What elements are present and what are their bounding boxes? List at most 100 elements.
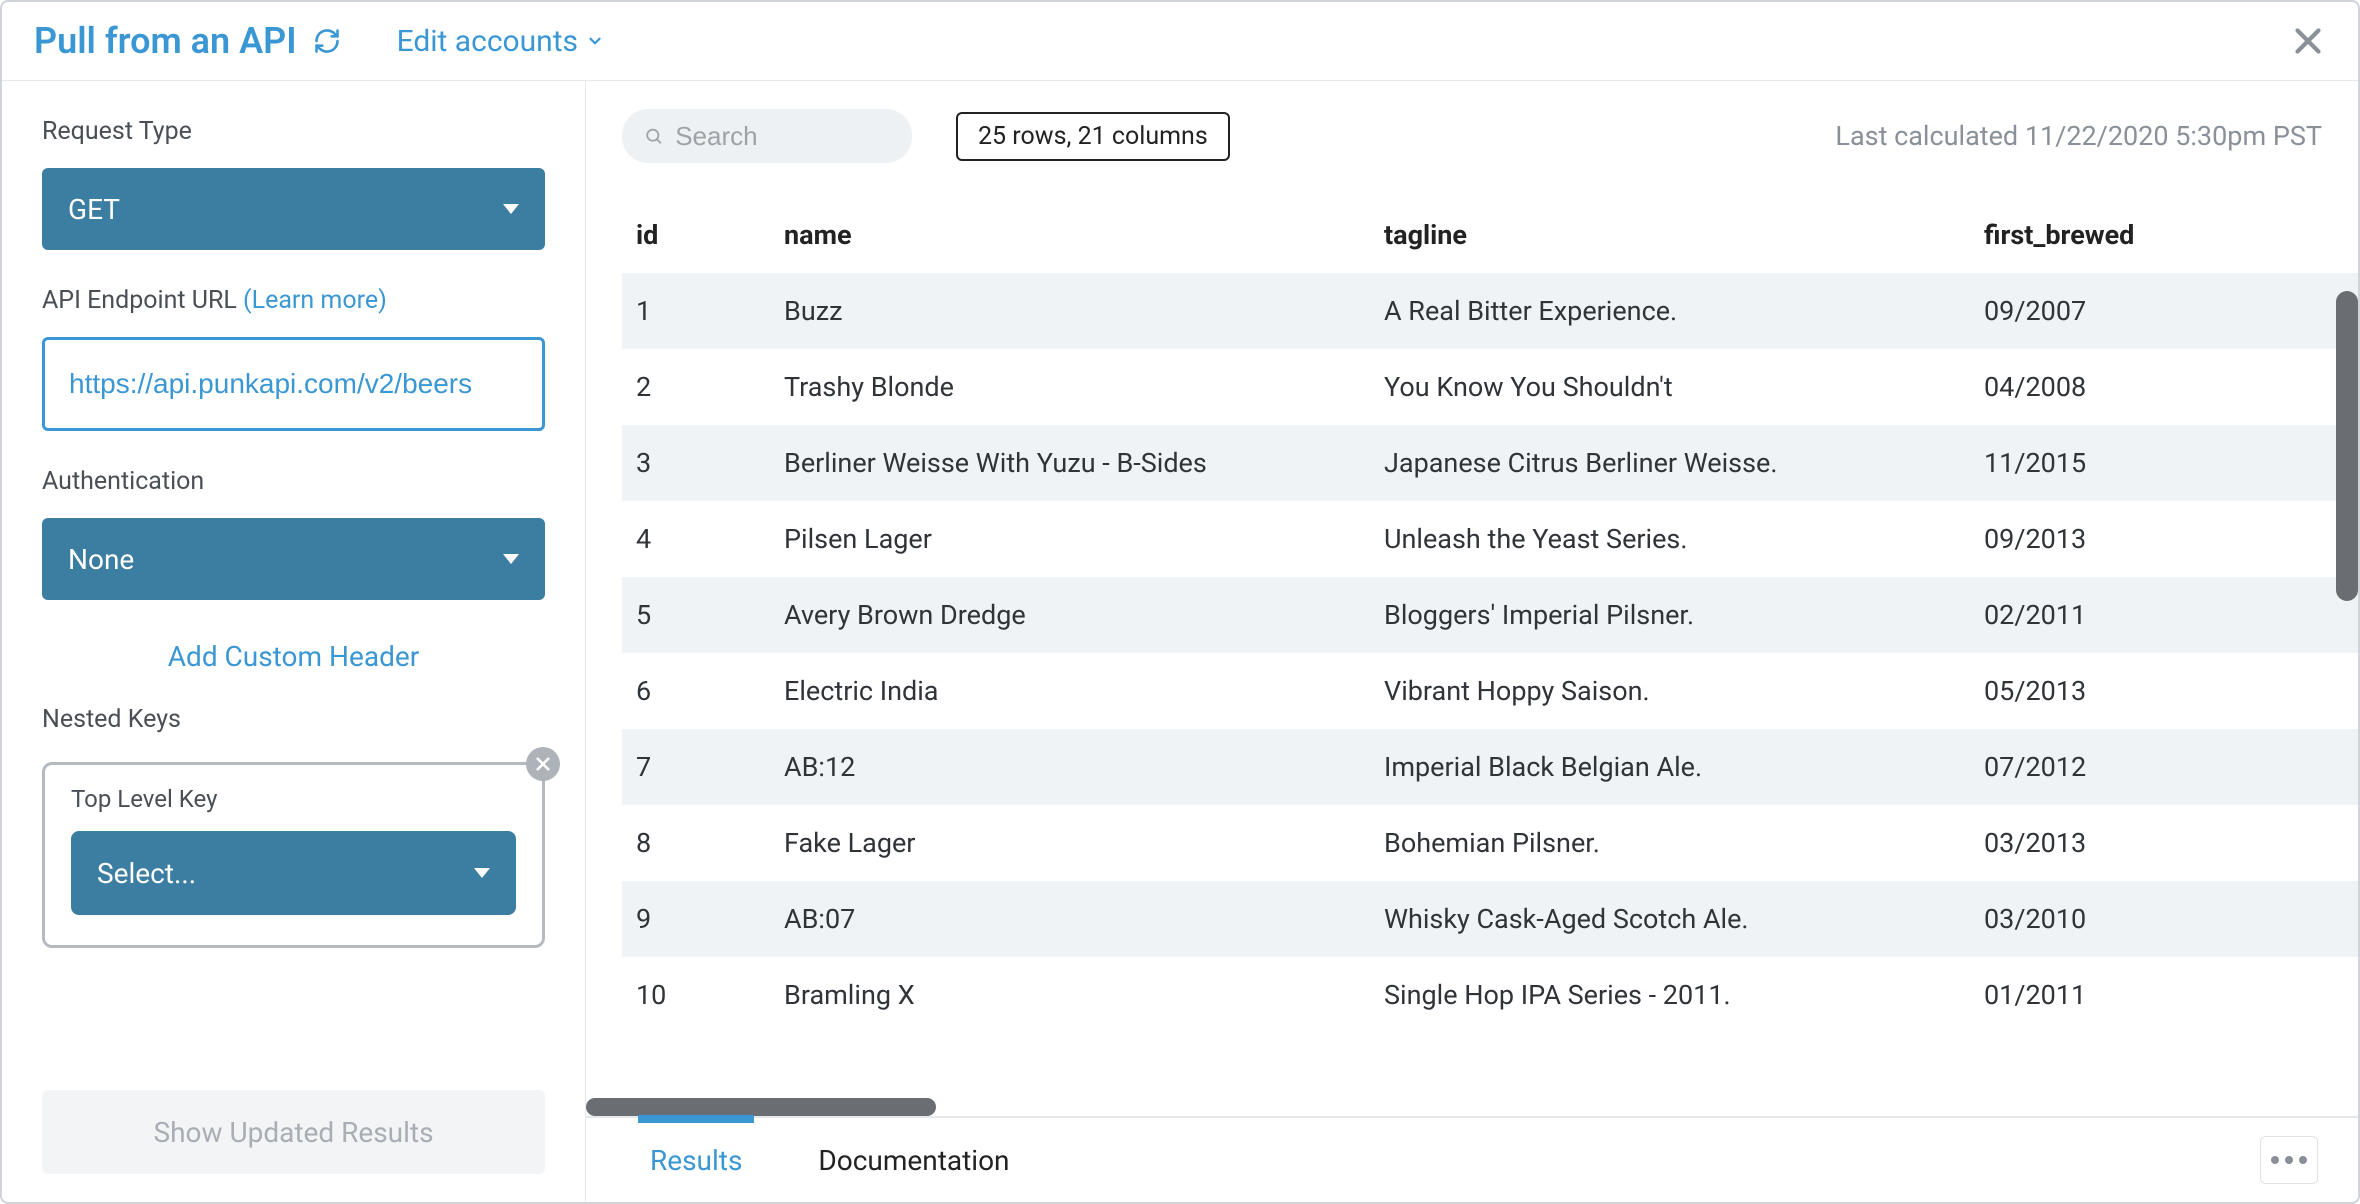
cell-name: AB:07 bbox=[770, 881, 1370, 957]
refresh-icon[interactable] bbox=[313, 27, 341, 55]
show-updated-results-button[interactable]: Show Updated Results bbox=[42, 1090, 545, 1174]
cell-id: 5 bbox=[622, 577, 770, 653]
endpoint-label-text: API Endpoint URL bbox=[42, 286, 243, 315]
endpoint-url-input[interactable] bbox=[42, 337, 545, 431]
table-header: id name tagline first_brewed d bbox=[622, 201, 2358, 273]
search-input[interactable] bbox=[675, 121, 890, 152]
caret-down-icon bbox=[503, 554, 519, 564]
top-level-key-select[interactable]: Select... bbox=[71, 831, 516, 915]
cell-truncated bbox=[2346, 653, 2358, 729]
cell-first_brewed: 03/2010 bbox=[1970, 881, 2346, 957]
more-icon[interactable] bbox=[2260, 1136, 2318, 1184]
cell-first_brewed: 02/2011 bbox=[1970, 577, 2346, 653]
cell-name: Fake Lager bbox=[770, 805, 1370, 881]
top-level-key-label: Top Level Key bbox=[71, 785, 516, 813]
table-row[interactable]: 4Pilsen LagerUnleash the Yeast Series.09… bbox=[622, 501, 2358, 577]
add-custom-header-link[interactable]: Add Custom Header bbox=[42, 640, 545, 673]
request-type-value: GET bbox=[68, 193, 120, 226]
cell-name: Avery Brown Dredge bbox=[770, 577, 1370, 653]
auth-select[interactable]: None bbox=[42, 518, 545, 600]
cell-tagline: Bloggers' Imperial Pilsner. bbox=[1370, 577, 1970, 653]
tab-documentation[interactable]: Documentation bbox=[818, 1117, 1009, 1202]
table-row[interactable]: 6Electric IndiaVibrant Hoppy Saison.05/2… bbox=[622, 653, 2358, 729]
table-row[interactable]: 2Trashy BlondeYou Know You Shouldn't04/2… bbox=[622, 349, 2358, 425]
cell-first_brewed: 11/2015 bbox=[1970, 425, 2346, 501]
cell-tagline: You Know You Shouldn't bbox=[1370, 349, 1970, 425]
table-row[interactable]: 7AB:12Imperial Black Belgian Ale.07/2012 bbox=[622, 729, 2358, 805]
col-header-tagline[interactable]: tagline bbox=[1370, 201, 1970, 273]
search-icon bbox=[644, 125, 663, 147]
cell-tagline: Unleash the Yeast Series. bbox=[1370, 501, 1970, 577]
page-title-group: Pull from an API bbox=[34, 20, 341, 62]
cell-id: 6 bbox=[622, 653, 770, 729]
cell-first_brewed: 01/2011 bbox=[1970, 957, 2346, 1033]
cell-name: Trashy Blonde bbox=[770, 349, 1370, 425]
cell-truncated bbox=[2346, 957, 2358, 1033]
cell-name: Electric India bbox=[770, 653, 1370, 729]
cell-first_brewed: 09/2013 bbox=[1970, 501, 2346, 577]
cell-tagline: A Real Bitter Experience. bbox=[1370, 273, 1970, 349]
table-row[interactable]: 1BuzzA Real Bitter Experience.09/2007 bbox=[622, 273, 2358, 349]
cell-first_brewed: 03/2013 bbox=[1970, 805, 2346, 881]
page-title: Pull from an API bbox=[34, 20, 297, 62]
cell-name: Bramling X bbox=[770, 957, 1370, 1033]
cell-first_brewed: 09/2007 bbox=[1970, 273, 2346, 349]
request-type-label: Request Type bbox=[42, 117, 545, 146]
table-row[interactable]: 9AB:07Whisky Cask-Aged Scotch Ale.03/201… bbox=[622, 881, 2358, 957]
cell-tagline: Japanese Citrus Berliner Weisse. bbox=[1370, 425, 1970, 501]
table-row[interactable]: 10Bramling XSingle Hop IPA Series - 2011… bbox=[622, 957, 2358, 1033]
results-table: id name tagline first_brewed d 1BuzzA Re… bbox=[622, 201, 2358, 1033]
tab-results[interactable]: Results bbox=[650, 1117, 742, 1202]
table-row[interactable]: 8Fake LagerBohemian Pilsner.03/2013 bbox=[622, 805, 2358, 881]
nested-keys-label: Nested Keys bbox=[42, 705, 545, 734]
cell-name: Buzz bbox=[770, 273, 1370, 349]
caret-down-icon bbox=[474, 868, 490, 878]
cell-truncated bbox=[2346, 805, 2358, 881]
col-header-name[interactable]: name bbox=[770, 201, 1370, 273]
request-type-select[interactable]: GET bbox=[42, 168, 545, 250]
table-body: 1BuzzA Real Bitter Experience.09/20072Tr… bbox=[622, 273, 2358, 1033]
col-header-first-brewed[interactable]: first_brewed bbox=[1970, 201, 2346, 273]
main: 25 rows, 21 columns Last calculated 11/2… bbox=[586, 81, 2358, 1202]
auth-value: None bbox=[68, 543, 134, 576]
col-header-id[interactable]: id bbox=[622, 201, 770, 273]
cell-name: Pilsen Lager bbox=[770, 501, 1370, 577]
edit-accounts-label: Edit accounts bbox=[397, 24, 578, 59]
top-level-key-value: Select... bbox=[97, 857, 196, 890]
edit-accounts-dropdown[interactable]: Edit accounts bbox=[397, 24, 604, 59]
bottom-tabs: Results Documentation bbox=[626, 1117, 1010, 1202]
cell-truncated bbox=[2346, 881, 2358, 957]
last-calculated-label: Last calculated 11/22/2020 5:30pm PST bbox=[1835, 120, 2322, 152]
table-row[interactable]: 3Berliner Weisse With Yuzu - B-SidesJapa… bbox=[622, 425, 2358, 501]
table-row[interactable]: 5Avery Brown DredgeBloggers' Imperial Pi… bbox=[622, 577, 2358, 653]
horizontal-scrollbar-track[interactable] bbox=[586, 1098, 2358, 1116]
vertical-scrollbar-thumb[interactable] bbox=[2336, 291, 2358, 601]
cell-id: 8 bbox=[622, 805, 770, 881]
chevron-down-icon bbox=[586, 32, 604, 50]
bottom-tabs-bar: Results Documentation bbox=[586, 1116, 2358, 1202]
results-table-container: id name tagline first_brewed d 1BuzzA Re… bbox=[586, 183, 2358, 1116]
remove-nested-key-icon[interactable] bbox=[526, 747, 560, 781]
search-field[interactable] bbox=[622, 109, 912, 163]
cell-tagline: Bohemian Pilsner. bbox=[1370, 805, 1970, 881]
cell-first_brewed: 04/2008 bbox=[1970, 349, 2346, 425]
sidebar: Request Type GET API Endpoint URL (Learn… bbox=[2, 81, 586, 1202]
horizontal-scrollbar-thumb[interactable] bbox=[586, 1098, 936, 1116]
cell-truncated bbox=[2346, 729, 2358, 805]
col-header-truncated[interactable]: d bbox=[2346, 201, 2358, 273]
close-icon[interactable] bbox=[2290, 23, 2326, 59]
endpoint-url-field bbox=[42, 337, 545, 431]
cell-id: 10 bbox=[622, 957, 770, 1033]
auth-label: Authentication bbox=[42, 467, 545, 496]
cell-name: Berliner Weisse With Yuzu - B-Sides bbox=[770, 425, 1370, 501]
endpoint-label: API Endpoint URL (Learn more) bbox=[42, 286, 545, 315]
cell-tagline: Single Hop IPA Series - 2011. bbox=[1370, 957, 1970, 1033]
app-frame: Pull from an API Edit accounts Request T… bbox=[0, 0, 2360, 1204]
body: Request Type GET API Endpoint URL (Learn… bbox=[2, 81, 2358, 1202]
cell-tagline: Whisky Cask-Aged Scotch Ale. bbox=[1370, 881, 1970, 957]
nested-keys-box: Top Level Key Select... bbox=[42, 762, 545, 948]
cell-first_brewed: 05/2013 bbox=[1970, 653, 2346, 729]
endpoint-learn-more-link[interactable]: (Learn more) bbox=[243, 286, 387, 315]
table-dimensions-badge: 25 rows, 21 columns bbox=[956, 112, 1230, 161]
cell-id: 1 bbox=[622, 273, 770, 349]
